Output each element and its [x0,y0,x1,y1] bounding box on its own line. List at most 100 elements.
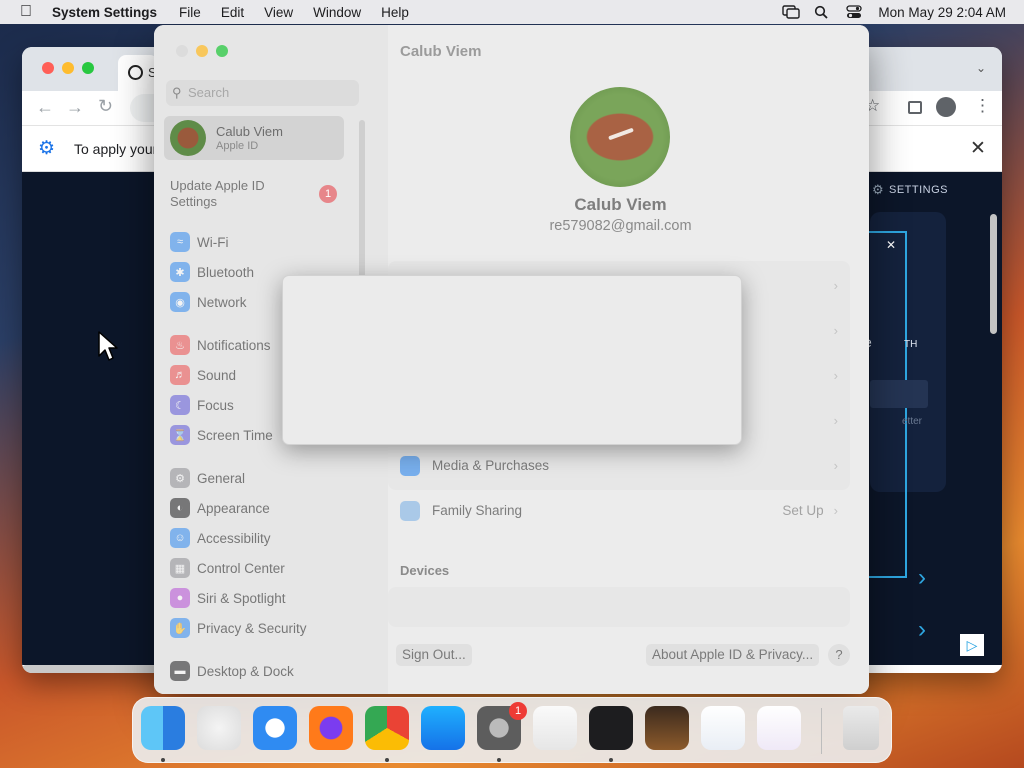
apple-menu-icon[interactable]:  [0,3,52,21]
profile-avatar-icon[interactable] [936,97,956,117]
user-name: Calub Viem [574,195,667,214]
menu-view[interactable]: View [254,5,303,20]
sidebar-item-privacy-security[interactable]: ✋ Privacy & Security [170,617,307,639]
modal-sheet[interactable] [282,275,742,445]
sidebar-item-label: General [197,470,246,486]
garageband-icon[interactable] [645,706,689,750]
app-store-icon[interactable] [421,706,465,750]
running-indicator [161,758,165,762]
page-chevron-right-icon[interactable]: › [918,616,926,644]
textedit-icon[interactable] [533,706,577,750]
terminal-icon[interactable] [589,706,633,750]
sidebar-item-notifications[interactable]: ♨ Notifications [170,334,271,356]
page-adchoices-icon[interactable]: ▷ [960,634,984,656]
page-text-fragment-3: etter [902,416,923,427]
row-label: Media & Purchases [432,458,550,473]
forward-arrow-icon[interactable]: → [66,97,84,118]
profile-subtitle: Apple ID [216,140,259,152]
finder-icon[interactable] [141,706,185,750]
sidebar-item-siri-spotlight[interactable]: ● Siri & Spotlight [170,587,286,609]
hand-icon: ✋ [170,618,190,638]
sidebar-item-desktop-dock[interactable]: ▬ Desktop & Dock [170,660,294,682]
close-window-button[interactable] [42,62,54,74]
spotlight-search-icon[interactable] [814,5,830,19]
menu-window[interactable]: Window [303,5,371,20]
sidebar-item-sound[interactable]: ♬ Sound [170,364,236,386]
wifi-icon: ≈ [170,232,190,252]
safari-icon[interactable] [253,706,297,750]
sidebar-item-label: Screen Time [197,427,273,443]
vscode-icon[interactable] [701,706,745,750]
browser-horizontal-scrollbar[interactable] [22,665,162,673]
browser-tab[interactable]: S [118,55,158,91]
sidebar-item-appearance[interactable]: ◐ Appearance [170,497,270,519]
mouse-pointer-icon [97,330,119,367]
infobar-text: To apply your [74,141,158,157]
sign-out-button[interactable]: Sign Out... [396,644,472,666]
sidebar-item-control-center[interactable]: ▦ Control Center [170,557,285,579]
page-settings-label[interactable]: SETTINGS [889,184,948,196]
screen-mirroring-icon[interactable] [782,5,801,19]
gear-icon: ⚙ [170,468,190,488]
menu-app-name[interactable]: System Settings [52,5,169,20]
page-input-fragment[interactable] [870,380,928,408]
menu-edit[interactable]: Edit [211,5,254,20]
sidebar-item-label: Control Center [197,560,285,576]
launchpad-icon[interactable] [197,706,241,750]
sidebar-item-label: Accessibility [197,530,271,546]
sidebar-search-input[interactable]: ⚲ Search [166,80,359,106]
chrome-icon[interactable] [365,706,409,750]
page-scrollbar[interactable] [990,214,997,334]
page-text-fragment-2: TH [904,339,918,350]
zoom-window-button[interactable] [82,62,94,74]
reload-icon[interactable]: ↻ [98,96,113,117]
side-panel-icon[interactable] [908,101,922,114]
back-arrow-icon[interactable]: ← [36,97,54,118]
tab-favicon-icon [128,65,143,80]
dock-icon: ▬ [170,661,190,681]
sidebar-item-accessibility[interactable]: ☺ Accessibility [170,527,271,549]
running-indicator [385,758,389,762]
minimize-window-button[interactable] [62,62,74,74]
profile-picture[interactable] [570,87,670,187]
update-badge: 1 [319,185,337,203]
menu-file[interactable]: File [169,5,211,20]
tab-search-chevron-icon[interactable]: ⌄ [976,61,986,75]
about-apple-id-button[interactable]: About Apple ID & Privacy... [646,644,820,666]
sidebar-item-label: Privacy & Security [197,620,307,636]
minimize-window-button[interactable] [196,45,208,57]
close-window-button[interactable] [176,45,188,57]
menu-clock[interactable]: Mon May 29 2:04 AM [878,5,1006,20]
menu-help[interactable]: Help [371,5,419,20]
page-title: Calub Viem [400,43,482,60]
page-settings-gear-icon[interactable]: ⚙ [872,182,884,198]
chevron-right-icon: › [833,458,838,473]
apple-id-option-row[interactable]: Media & Purchases › [400,443,838,488]
control-center-icon: ▦ [170,558,190,578]
sidebar-item-network[interactable]: ◉ Network [170,291,247,313]
visual-studio-icon[interactable] [757,706,801,750]
zoom-window-button[interactable] [216,45,228,57]
firefox-icon[interactable] [309,706,353,750]
sidebar-item-focus[interactable]: ☾ Focus [170,394,234,416]
infobar-close-icon[interactable]: ✕ [970,137,986,160]
sidebar-apple-id-item[interactable]: Calub Viem Apple ID [164,116,344,160]
sidebar-item-wi-fi[interactable]: ≈ Wi-Fi [170,231,228,253]
running-indicator [609,758,613,762]
apple-id-option-row[interactable]: Family Sharing Set Up › [400,488,838,533]
appearance-icon: ◐ [170,498,190,518]
sidebar-scrollbar[interactable] [359,120,365,290]
globe-icon: ◉ [170,292,190,312]
sidebar-item-bluetooth[interactable]: ✱ Bluetooth [170,261,254,283]
accessibility-icon: ☺ [170,528,190,548]
sidebar-item-general[interactable]: ⚙ General [170,467,245,489]
page-chevron-right-icon[interactable]: › [918,564,926,592]
update-apple-id-settings[interactable]: Update Apple ID Settings [170,178,290,210]
control-center-icon[interactable] [846,5,863,19]
page-close-icon[interactable]: ✕ [886,238,896,252]
help-button[interactable]: ? [828,644,850,666]
moon-icon: ☾ [170,395,190,415]
browser-menu-icon[interactable]: ⋮ [974,96,991,116]
trash-icon[interactable] [843,706,879,750]
sidebar-item-screen-time[interactable]: ⌛ Screen Time [170,424,273,446]
